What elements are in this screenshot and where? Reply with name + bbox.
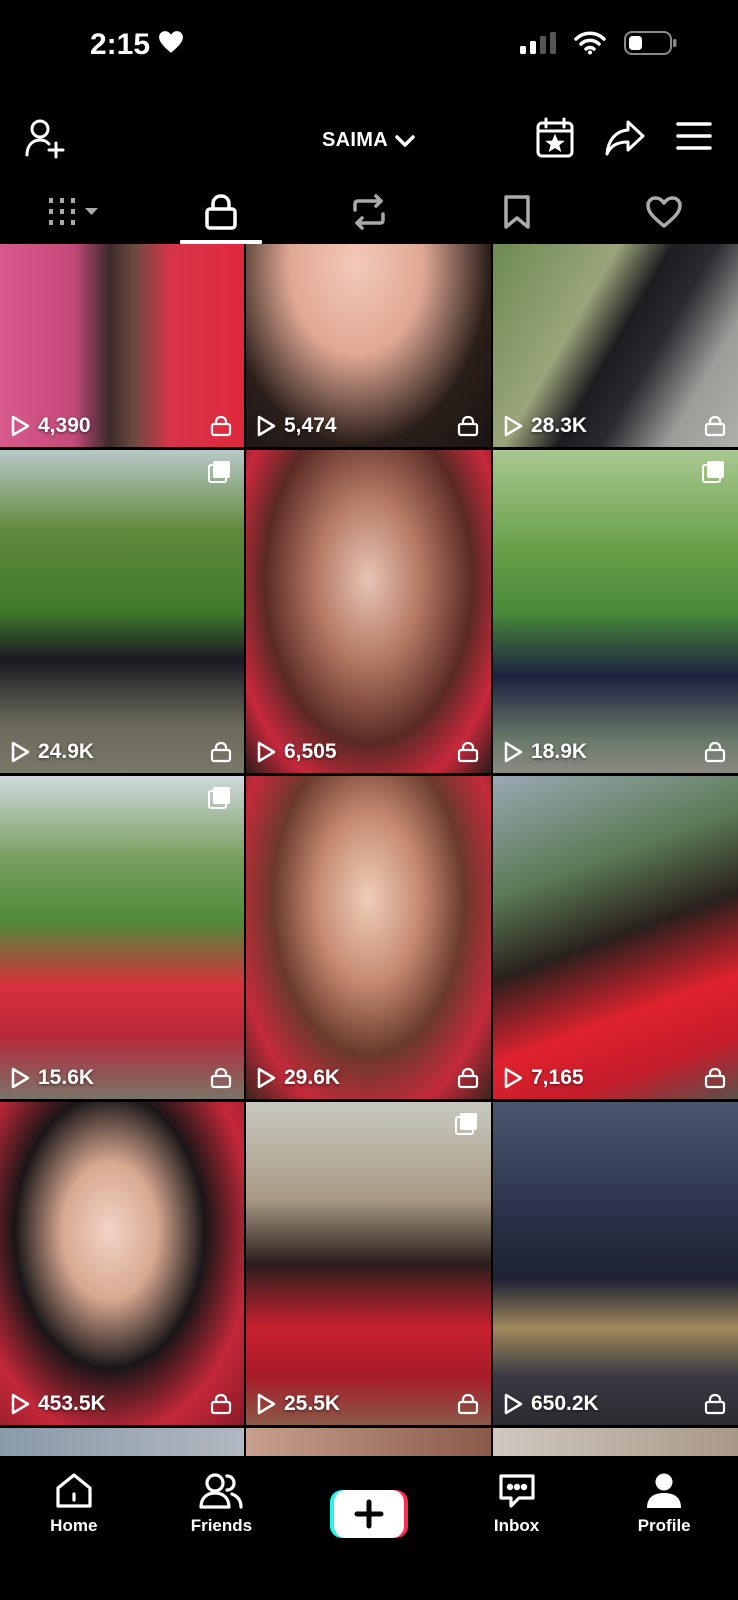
- play-icon: [11, 1067, 30, 1089]
- video-thumbnail[interactable]: 24.9K: [0, 450, 244, 773]
- status-indicators: [520, 30, 678, 61]
- view-count: 28.3K: [531, 414, 588, 437]
- view-count: 7,165: [531, 1066, 584, 1089]
- bottom-nav: Home Friends Inbox Profile: [0, 1456, 738, 1600]
- lock-icon: [457, 415, 479, 437]
- multi-photo-icon: [208, 461, 230, 483]
- view-count: 6,505: [284, 740, 337, 763]
- video-thumbnail[interactable]: [0, 1428, 244, 1456]
- play-icon: [11, 1393, 30, 1415]
- lock-icon: [210, 1393, 232, 1415]
- nav-profile-label: Profile: [637, 1516, 691, 1535]
- repost-icon: [353, 194, 385, 230]
- menu-icon[interactable]: [676, 121, 712, 156]
- video-thumbnail[interactable]: [493, 1428, 738, 1456]
- lock-icon: [205, 194, 238, 230]
- lock-icon: [210, 741, 232, 763]
- video-thumbnail[interactable]: 15.6K: [0, 776, 244, 1099]
- view-count: 29.6K: [284, 1066, 341, 1089]
- content-tabs: [0, 180, 738, 244]
- play-icon: [11, 415, 30, 437]
- calendar-star-icon[interactable]: [535, 117, 575, 164]
- video-thumbnail[interactable]: 6,505: [246, 450, 491, 773]
- share-icon[interactable]: [604, 119, 646, 162]
- play-icon: [257, 1067, 276, 1089]
- friends-icon: [199, 1473, 243, 1509]
- lock-icon: [210, 415, 232, 437]
- video-thumbnail[interactable]: 4,390: [0, 244, 244, 447]
- view-count: 25.5K: [284, 1392, 341, 1415]
- tab-favorites[interactable]: [443, 180, 591, 244]
- profile-icon: [647, 1473, 682, 1508]
- view-count: 5,474: [284, 414, 337, 437]
- nav-inbox[interactable]: Inbox: [443, 1456, 591, 1600]
- view-count: 4,390: [38, 414, 91, 437]
- view-count: 18.9K: [531, 740, 588, 763]
- view-count: 24.9K: [38, 740, 95, 763]
- view-count: 453.5K: [38, 1392, 106, 1415]
- battery-icon: [624, 30, 678, 61]
- play-icon: [11, 741, 30, 763]
- video-thumbnail[interactable]: 453.5K: [0, 1102, 244, 1425]
- lock-icon: [457, 1067, 479, 1089]
- profile-header: SAIMA: [0, 105, 738, 175]
- heart-outline-icon: [646, 196, 682, 228]
- nav-home[interactable]: Home: [0, 1456, 148, 1600]
- grid-columns-icon: [48, 198, 98, 225]
- lock-icon: [457, 741, 479, 763]
- nav-home-label: Home: [50, 1516, 98, 1535]
- wifi-icon: [574, 31, 606, 60]
- view-count: 15.6K: [38, 1066, 95, 1089]
- play-icon: [257, 1393, 276, 1415]
- tab-private[interactable]: [148, 180, 296, 244]
- bookmark-icon: [503, 195, 530, 229]
- video-thumbnail[interactable]: 5,474: [246, 244, 491, 447]
- lock-icon: [704, 1393, 726, 1415]
- heart-icon: [158, 28, 184, 62]
- create-button[interactable]: [329, 1490, 408, 1538]
- play-icon: [257, 415, 276, 437]
- chevron-down-icon: [395, 134, 415, 147]
- tab-reposts[interactable]: [295, 180, 443, 244]
- multi-photo-icon: [455, 1113, 477, 1135]
- multi-photo-icon: [702, 461, 724, 483]
- nav-create[interactable]: [295, 1456, 443, 1600]
- video-thumbnail[interactable]: 29.6K: [246, 776, 491, 1099]
- play-icon: [504, 1393, 523, 1415]
- nav-friends[interactable]: Friends: [148, 1456, 296, 1600]
- view-count: 650.2K: [531, 1392, 599, 1415]
- video-thumbnail[interactable]: 25.5K: [246, 1102, 491, 1425]
- multi-photo-icon: [208, 787, 230, 809]
- inbox-icon: [498, 1474, 535, 1508]
- home-icon: [56, 1473, 92, 1508]
- video-thumbnail[interactable]: 28.3K: [493, 244, 738, 447]
- lock-icon: [704, 1067, 726, 1089]
- signal-icon: [520, 32, 556, 59]
- video-thumbnail[interactable]: 7,165: [493, 776, 738, 1099]
- video-grid: 4,390 5,474 28.3K 24.9K 6,505 18.9K 15.6…: [0, 244, 738, 1456]
- time-text: 2:15: [90, 28, 151, 61]
- plus-icon: [354, 1499, 384, 1529]
- video-thumbnail[interactable]: 650.2K: [493, 1102, 738, 1425]
- lock-icon: [210, 1067, 232, 1089]
- video-thumbnail[interactable]: 18.9K: [493, 450, 738, 773]
- play-icon: [257, 741, 276, 763]
- nav-friends-label: Friends: [190, 1516, 253, 1535]
- nav-profile[interactable]: Profile: [590, 1456, 738, 1600]
- account-name-text: SAIMA: [322, 129, 388, 151]
- lock-icon: [457, 1393, 479, 1415]
- status-time: 2:15: [90, 28, 184, 62]
- nav-inbox-label: Inbox: [493, 1516, 540, 1535]
- tab-liked[interactable]: [590, 180, 738, 244]
- play-icon: [504, 741, 523, 763]
- video-thumbnail[interactable]: [246, 1428, 491, 1456]
- tab-videos[interactable]: [0, 180, 148, 244]
- play-icon: [504, 1067, 523, 1089]
- lock-icon: [704, 415, 726, 437]
- lock-icon: [704, 741, 726, 763]
- play-icon: [504, 415, 523, 437]
